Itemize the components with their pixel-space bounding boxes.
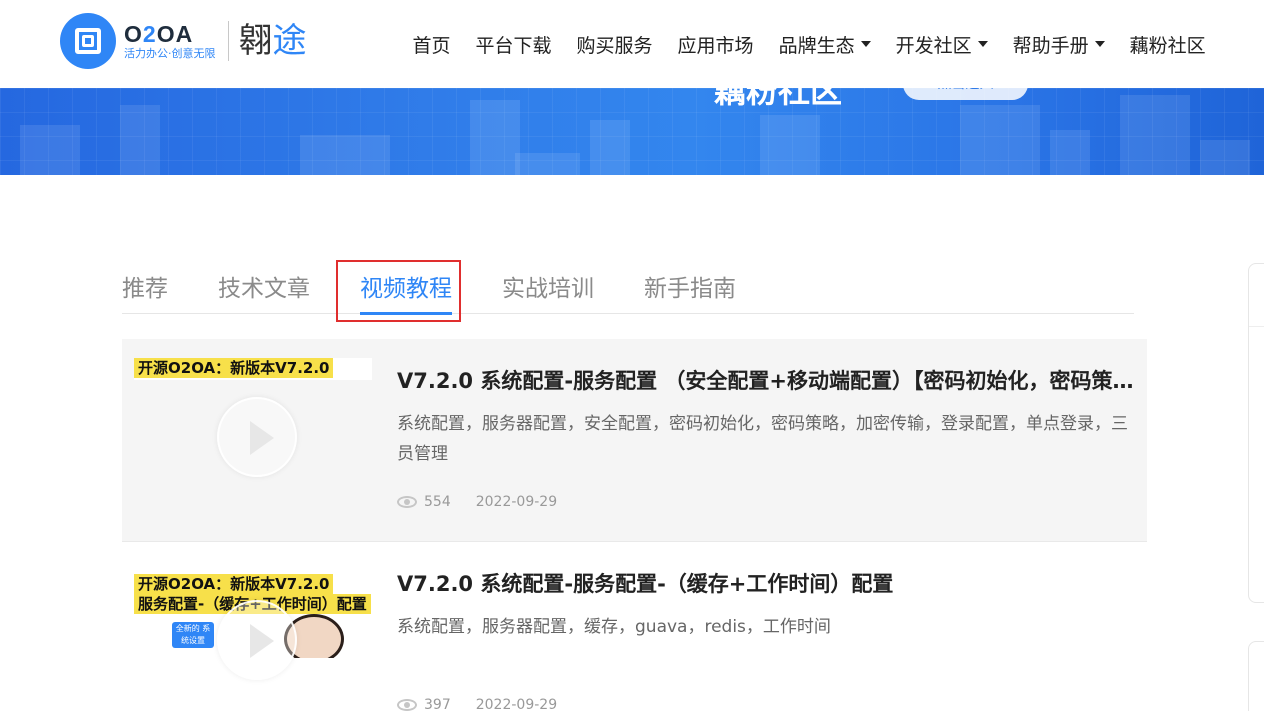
logo-divider: [227, 21, 229, 61]
thumbnail-caption: 开源O2OA：新版本V7.2.0: [134, 574, 334, 594]
nav-item-download[interactable]: 平台下载: [476, 31, 552, 58]
chevron-down-icon: [860, 41, 871, 47]
logo-slogan: 活力办公·创意无限: [124, 47, 216, 60]
thumbnail-badge: 全新的 系统设置: [172, 622, 214, 648]
list-item[interactable]: 开源O2OA：新版本V7.2.0 V7.2.0 系统配置-服务配置 （安全配置+…: [122, 339, 1147, 542]
category-tabs: 推荐 技术文章 视频教程 实战培训 新手指南: [122, 270, 1134, 315]
nav-item-dev-community[interactable]: 开发社区: [896, 31, 988, 58]
nav-item-home[interactable]: 首页: [413, 31, 451, 58]
banner-enter-button[interactable]: 点击进入: [903, 88, 1028, 100]
tab-tech-articles[interactable]: 技术文章: [218, 270, 310, 314]
side-panel: [1248, 263, 1264, 603]
tab-practical-training[interactable]: 实战培训: [502, 270, 594, 314]
eye-icon: [397, 699, 417, 711]
logo-name: O2OA: [124, 21, 194, 47]
thumbnail-caption: 开源O2OA：新版本V7.2.0: [134, 358, 334, 378]
nav-item-purchase[interactable]: 购买服务: [577, 31, 653, 58]
chevron-down-icon: [977, 41, 988, 47]
view-count: 397: [424, 697, 451, 711]
community-banner: 藕粉社区 点击进入: [0, 88, 1264, 175]
site-header: O2OA 活力办公·创意无限 翱途 首页 平台下载 购买服务 应用市场 品牌生态…: [0, 0, 1264, 88]
tab-beginner-guide[interactable]: 新手指南: [644, 270, 736, 314]
list-item[interactable]: 开源O2OA：新版本V7.2.0 服务配置-（缓存+工作时间）配置 全新的 系统…: [122, 542, 1147, 711]
chevron-down-icon: [1094, 41, 1105, 47]
side-panel: [1248, 641, 1264, 711]
video-title[interactable]: V7.2.0 系统配置-服务配置 （安全配置+移动端配置）【密码初始化，密码策略…: [397, 365, 1142, 395]
publish-date: 2022-09-29: [475, 697, 558, 711]
nav-item-community[interactable]: 藕粉社区: [1130, 31, 1206, 58]
site-logo[interactable]: O2OA 活力办公·创意无限 翱途: [60, 13, 307, 69]
view-count: 554: [424, 494, 451, 510]
logo-text-group: O2OA 活力办公·创意无限: [124, 21, 216, 61]
nav-item-brand-ecosystem[interactable]: 品牌生态: [779, 31, 871, 58]
eye-icon: [397, 496, 417, 508]
video-meta: 554 2022-09-29: [397, 494, 557, 510]
video-meta: 397 2022-09-29: [397, 697, 557, 711]
tab-video-tutorials[interactable]: 视频教程: [360, 270, 452, 315]
play-icon[interactable]: [217, 600, 297, 680]
tab-recommended[interactable]: 推荐: [122, 270, 168, 314]
video-list: 开源O2OA：新版本V7.2.0 V7.2.0 系统配置-服务配置 （安全配置+…: [122, 339, 1147, 711]
brand-name: 翱途: [238, 21, 307, 61]
banner-title: 藕粉社区: [714, 88, 843, 110]
nav-item-help-manual[interactable]: 帮助手册: [1013, 31, 1105, 58]
main-nav: 首页 平台下载 购买服务 应用市场 品牌生态 开发社区 帮助手册 藕粉社区: [400, 0, 1218, 88]
nav-item-app-market[interactable]: 应用市场: [678, 31, 754, 58]
video-tags: 系统配置，服务器配置，安全配置，密码初始化，密码策略，加密传输，登录配置，单点登…: [397, 414, 1128, 464]
video-title[interactable]: V7.2.0 系统配置-服务配置-（缓存+工作时间）配置: [397, 568, 1142, 598]
video-tags: 系统配置，服务器配置，缓存，guava，redis，工作时间: [397, 617, 831, 637]
publish-date: 2022-09-29: [475, 494, 558, 510]
play-icon[interactable]: [217, 397, 297, 477]
logo-icon: [60, 13, 116, 69]
video-thumbnail[interactable]: 开源O2OA：新版本V7.2.0: [134, 358, 372, 380]
